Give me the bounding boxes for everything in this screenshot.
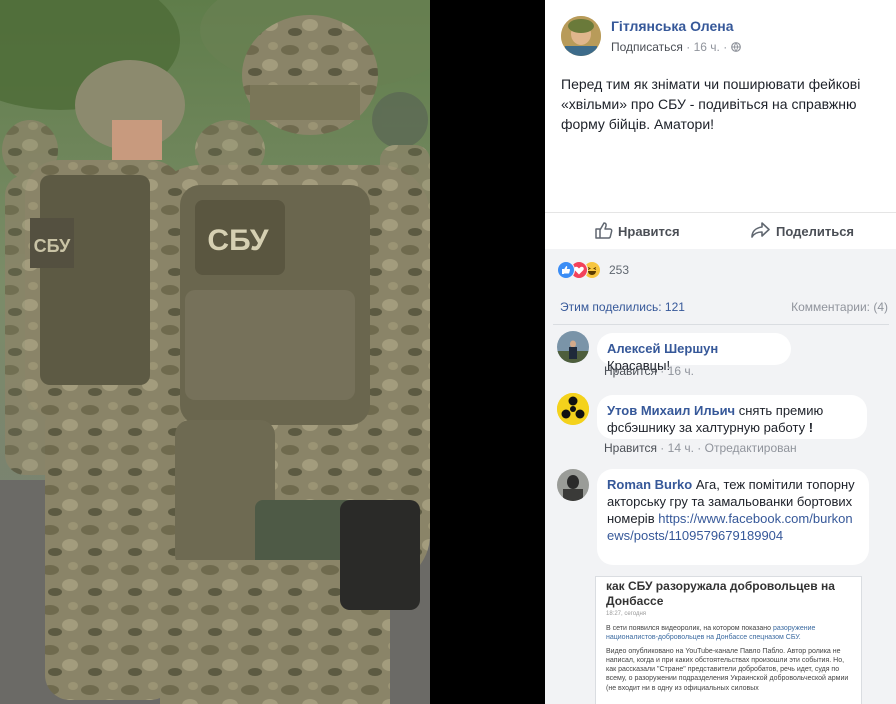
radiation-symbol-icon bbox=[557, 393, 589, 425]
comment-author[interactable]: Утов Михаил Ильич bbox=[607, 403, 735, 418]
avatar-photo-icon bbox=[557, 331, 589, 363]
comment-meta-dot: · bbox=[660, 364, 665, 378]
divider bbox=[553, 324, 889, 325]
author-name[interactable]: Гітлянська Олена bbox=[611, 18, 734, 34]
commenter-avatar[interactable] bbox=[557, 331, 589, 363]
comment-time[interactable]: 14 ч. bbox=[668, 441, 694, 455]
post-photo[interactable]: СБУ СБУ bbox=[0, 0, 430, 704]
post-time[interactable]: 16 ч. bbox=[694, 40, 720, 54]
meta-dot-2: · bbox=[723, 40, 728, 54]
share-label: Поделиться bbox=[776, 224, 855, 239]
preview-paragraph-2: Видео опубликовано на YouTube-канале Пав… bbox=[606, 647, 849, 692]
comment-like-link[interactable]: Нравится bbox=[604, 364, 657, 378]
commenter-avatar[interactable] bbox=[557, 393, 589, 425]
thumbs-up-icon bbox=[595, 222, 613, 239]
comments-count[interactable]: Комментарии: (4) bbox=[791, 300, 888, 314]
patch-label-left: СБУ bbox=[34, 236, 71, 256]
comment-meta-dot-2: · bbox=[697, 441, 702, 455]
comment-meta: Нравится · 16 ч. bbox=[604, 364, 694, 378]
like-icon bbox=[557, 261, 575, 279]
like-label: Нравится bbox=[618, 224, 680, 239]
comment-bubble: Алексей Шершун Красавцы! bbox=[597, 333, 791, 373]
comment-author[interactable]: Алексей Шершун bbox=[607, 341, 718, 356]
photo-viewer: СБУ СБУ bbox=[0, 0, 545, 704]
shares-count[interactable]: Этим поделились: 121 bbox=[560, 300, 685, 314]
globe-icon bbox=[730, 42, 741, 52]
comment-meta: Нравится · 14 ч. · Отредактирован bbox=[604, 441, 797, 455]
preview-body: В сети появился видеоролик, на котором п… bbox=[606, 624, 854, 693]
comment-bubble: Roman Burko Ага, теж помітили топорну ак… bbox=[597, 469, 869, 565]
comment-bubble: Утов Михаил Ильич снять премию фсбэшнику… bbox=[597, 395, 867, 439]
action-bar: Нравится Поделиться bbox=[545, 212, 896, 250]
comment-author[interactable]: Roman Burko bbox=[607, 477, 692, 492]
share-arrow-icon bbox=[751, 222, 770, 238]
comment-edited[interactable]: Отредактирован bbox=[705, 441, 797, 455]
author-avatar[interactable] bbox=[561, 16, 601, 56]
soldiers-photo: СБУ СБУ bbox=[0, 0, 430, 704]
preview-date: 18:27, сегодня bbox=[606, 611, 647, 617]
comment-exclamation: ! bbox=[808, 420, 814, 435]
comment-meta-dot: · bbox=[660, 441, 665, 455]
meta-dot: · bbox=[686, 40, 691, 54]
commenter-avatar[interactable] bbox=[557, 469, 589, 501]
post-header: Гітлянська Олена Подписаться · 16 ч. · bbox=[561, 16, 891, 60]
comment-time[interactable]: 16 ч. bbox=[668, 364, 694, 378]
subscribe-link[interactable]: Подписаться bbox=[611, 40, 683, 54]
avatar-photo-icon bbox=[557, 469, 589, 501]
preview-paragraph-1: В сети появился видеоролик, на котором п… bbox=[606, 625, 774, 632]
post-text: Перед тим як знімати чи поширювати фейко… bbox=[561, 76, 861, 132]
author-photo-icon bbox=[561, 16, 601, 56]
post-meta: Подписаться · 16 ч. · bbox=[611, 40, 741, 54]
post-panel: Гітлянська Олена Подписаться · 16 ч. · П… bbox=[545, 0, 896, 704]
patch-label-right: СБУ bbox=[207, 224, 268, 257]
comment-like-link[interactable]: Нравится bbox=[604, 441, 657, 455]
share-button[interactable]: Поделиться bbox=[751, 222, 854, 239]
reaction-count: 253 bbox=[609, 263, 630, 277]
link-preview-image[interactable]: как СБУ разоружала добровольцев на Донба… bbox=[595, 576, 862, 704]
like-button[interactable]: Нравится bbox=[595, 222, 680, 239]
preview-title: как СБУ разоружала добровольцев на Донба… bbox=[606, 579, 835, 608]
